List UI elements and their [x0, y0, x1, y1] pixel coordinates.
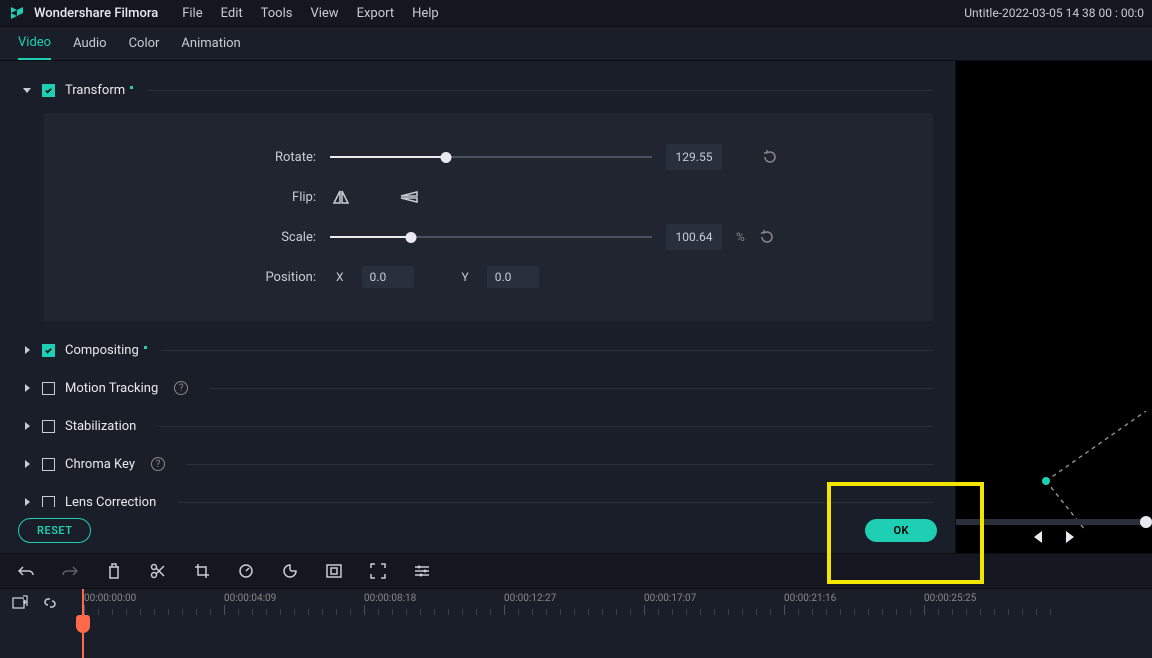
scale-reset-icon[interactable]: [759, 229, 775, 245]
preview-panel: [955, 61, 1152, 553]
expand-icon: [22, 345, 32, 355]
flip-label: Flip:: [72, 190, 316, 205]
color-icon[interactable]: [282, 563, 298, 579]
time-mark: 00:00:00:00: [84, 593, 136, 604]
time-mark: 00:00:21:16: [784, 593, 836, 604]
app-logo-icon: [8, 4, 26, 22]
inspector-panel: Transform Rotate: 129.55 Flip:: [0, 61, 955, 553]
scale-label: Scale:: [72, 230, 316, 245]
timeline-ruler[interactable]: 00:00:00:00 00:00:04:09 00:00:08:18 00:00:1…: [82, 589, 1152, 615]
project-name: Untitle-2022-03-05 14 38 00 : 00:0: [964, 6, 1144, 20]
position-y-value[interactable]: 0.0: [487, 266, 539, 288]
section-chroma-key-header[interactable]: Chroma Key ?: [22, 445, 933, 483]
split-icon[interactable]: [150, 563, 166, 579]
menu-tools[interactable]: Tools: [261, 6, 293, 21]
step-back-icon[interactable]: [1030, 531, 1044, 547]
time-mark: 00:00:25:25: [924, 593, 976, 604]
transform-label: Transform: [65, 83, 125, 98]
flip-horizontal-icon[interactable]: [330, 186, 352, 208]
divider: [161, 350, 933, 351]
ok-button[interactable]: OK: [865, 519, 937, 542]
scale-value[interactable]: 100.64: [666, 224, 722, 250]
rotate-label: Rotate:: [72, 150, 316, 165]
compositing-label: Compositing: [65, 343, 139, 358]
crop-icon[interactable]: [194, 563, 210, 579]
tab-audio[interactable]: Audio: [73, 28, 106, 59]
time-mark: 00:00:12:27: [504, 593, 556, 604]
section-transform-header[interactable]: Transform: [22, 71, 933, 109]
delete-icon[interactable]: [106, 563, 122, 579]
divider: [187, 464, 933, 465]
step-forward-icon[interactable]: [1064, 531, 1078, 547]
preview-clip-outline: [996, 411, 1152, 531]
compositing-checkbox[interactable]: [42, 344, 55, 357]
divider: [178, 502, 933, 503]
timeline-toolbar: [0, 553, 1152, 588]
scale-unit: %: [736, 230, 745, 244]
add-track-icon[interactable]: [12, 595, 28, 611]
divider: [210, 388, 933, 389]
y-label: Y: [462, 270, 469, 284]
settings-icon[interactable]: [414, 563, 430, 579]
timeline-track-controls: [0, 589, 82, 657]
speed-icon[interactable]: [238, 563, 254, 579]
reset-button[interactable]: RESET: [18, 518, 91, 543]
redo-icon[interactable]: [62, 563, 78, 579]
stabilization-checkbox[interactable]: [42, 420, 55, 433]
inspector-tabs: Video Audio Color Animation: [0, 27, 1152, 61]
green-screen-icon[interactable]: [326, 563, 342, 579]
section-stabilization-header[interactable]: Stabilization: [22, 407, 933, 445]
menu-help[interactable]: Help: [412, 6, 439, 21]
main-menu: File Edit Tools View Export Help: [182, 6, 439, 21]
playback-controls: [956, 525, 1152, 553]
section-motion-tracking-header[interactable]: Motion Tracking ?: [22, 369, 933, 407]
tab-video[interactable]: Video: [18, 27, 51, 60]
help-icon[interactable]: ?: [151, 457, 165, 471]
link-icon[interactable]: [42, 595, 58, 611]
rotate-value[interactable]: 129.55: [666, 144, 722, 170]
divider: [158, 426, 933, 427]
fullscreen-icon[interactable]: [370, 563, 386, 579]
title-bar: Wondershare Filmora File Edit Tools View…: [0, 0, 1152, 27]
collapse-icon: [22, 85, 32, 95]
app-title: Wondershare Filmora: [34, 6, 158, 21]
timeline-ruler-area[interactable]: 00:00:00:00 00:00:04:09 00:00:08:18 00:00:1…: [82, 589, 1152, 657]
transform-checkbox[interactable]: [42, 84, 55, 97]
x-label: X: [336, 270, 344, 284]
position-x-value[interactable]: 0.0: [362, 266, 414, 288]
expand-icon: [22, 421, 32, 431]
time-mark: 00:00:17:07: [644, 593, 696, 604]
stabilization-label: Stabilization: [65, 419, 136, 434]
undo-icon[interactable]: [18, 563, 34, 579]
inspector-footer: RESET OK: [0, 507, 955, 553]
rotate-slider[interactable]: [330, 150, 652, 164]
help-icon[interactable]: ?: [174, 381, 188, 395]
expand-icon: [22, 459, 32, 469]
timeline: 00:00:00:00 00:00:04:09 00:00:08:18 00:00:1…: [0, 588, 1152, 657]
chroma-key-label: Chroma Key: [65, 457, 135, 472]
motion-tracking-checkbox[interactable]: [42, 382, 55, 395]
time-mark: 00:00:04:09: [224, 593, 276, 604]
rotate-reset-icon[interactable]: [762, 149, 778, 165]
scale-slider[interactable]: [330, 230, 652, 244]
expand-icon: [22, 497, 32, 507]
expand-icon: [22, 383, 32, 393]
menu-file[interactable]: File: [182, 6, 202, 21]
divider: [147, 90, 933, 91]
tab-color[interactable]: Color: [129, 28, 160, 59]
playhead-handle[interactable]: [76, 615, 90, 633]
menu-export[interactable]: Export: [357, 6, 395, 21]
tab-animation[interactable]: Animation: [181, 28, 240, 59]
menu-edit[interactable]: Edit: [221, 6, 243, 21]
transform-body: Rotate: 129.55 Flip: Scale:: [44, 113, 933, 321]
chroma-key-checkbox[interactable]: [42, 458, 55, 471]
menu-view[interactable]: View: [310, 6, 338, 21]
flip-vertical-icon[interactable]: [398, 186, 420, 208]
time-mark: 00:00:08:18: [364, 593, 416, 604]
section-compositing-header[interactable]: Compositing: [22, 331, 933, 369]
motion-tracking-label: Motion Tracking: [65, 381, 158, 396]
position-label: Position:: [72, 270, 316, 285]
